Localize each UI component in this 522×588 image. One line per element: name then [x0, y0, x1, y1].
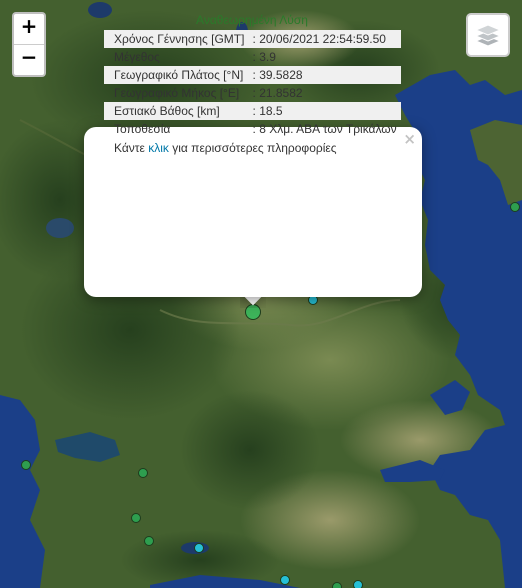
earthquake-marker[interactable] — [144, 536, 154, 546]
more-info-line: Κάντε κλικ για περισσότερες πληροφορίες — [104, 141, 401, 155]
longitude-value: : 21.8582 — [252, 86, 303, 100]
popup-title: Αναθεωρημένη Λύση — [196, 13, 308, 27]
earthquake-marker[interactable] — [194, 543, 204, 553]
more-info-prefix: Κάντε — [114, 141, 149, 155]
zoom-out-button[interactable]: − — [14, 44, 44, 75]
longitude-label: Γεωγραφικό Μήκος [°E] — [114, 86, 240, 100]
close-icon[interactable]: × — [403, 130, 416, 148]
location-label: Τοποθεσία — [114, 122, 171, 136]
table-row: Γεωγραφικό Πλάτος [°N] : 39.5828 — [104, 66, 401, 84]
zoom-in-button[interactable]: + — [14, 14, 44, 44]
table-row: Μέγεθος : 3.9 — [104, 48, 401, 66]
depth-value: : 18.5 — [248, 102, 401, 120]
origin-time-value: : 20/06/2021 22:54:59.50 — [248, 30, 401, 48]
table-row: Τοποθεσία : 8 Χλμ. ΑΒΑ των Τρικάλων — [104, 120, 401, 138]
earthquake-marker[interactable] — [332, 582, 342, 588]
table-row: Γεωγραφικό Μήκος [°E] : 21.8582 — [104, 84, 401, 102]
more-info-suffix: για περισσότερες πληροφορίες — [168, 141, 337, 155]
earthquake-info-table: Χρόνος Γέννησης [GMT] : 20/06/2021 22:54… — [104, 30, 401, 138]
earthquake-marker[interactable] — [131, 513, 141, 523]
magnitude-label: Μέγεθος — [114, 50, 160, 64]
latitude-value: : 39.5828 — [248, 66, 401, 84]
layers-button[interactable] — [466, 13, 510, 57]
earthquake-marker[interactable] — [21, 460, 31, 470]
location-value: : 8 Χλμ. ΑΒΑ των Τρικάλων — [252, 122, 397, 136]
more-info-link[interactable]: κλικ — [148, 141, 169, 155]
latitude-label: Γεωγραφικό Πλάτος [°N] — [104, 66, 249, 84]
table-row: Χρόνος Γέννησης [GMT] : 20/06/2021 22:54… — [104, 30, 401, 48]
earthquake-marker[interactable] — [280, 575, 290, 585]
earthquake-marker[interactable] — [510, 202, 520, 212]
earthquake-marker[interactable] — [353, 580, 363, 588]
magnitude-value: : 3.9 — [252, 50, 276, 64]
zoom-control: + − — [12, 12, 46, 77]
layers-icon — [474, 24, 502, 47]
table-row: Εστιακό Βάθος [km] : 18.5 — [104, 102, 401, 120]
earthquake-marker[interactable] — [138, 468, 148, 478]
origin-time-label: Χρόνος Γέννησης [GMT] — [104, 30, 249, 48]
depth-label: Εστιακό Βάθος [km] — [104, 102, 249, 120]
